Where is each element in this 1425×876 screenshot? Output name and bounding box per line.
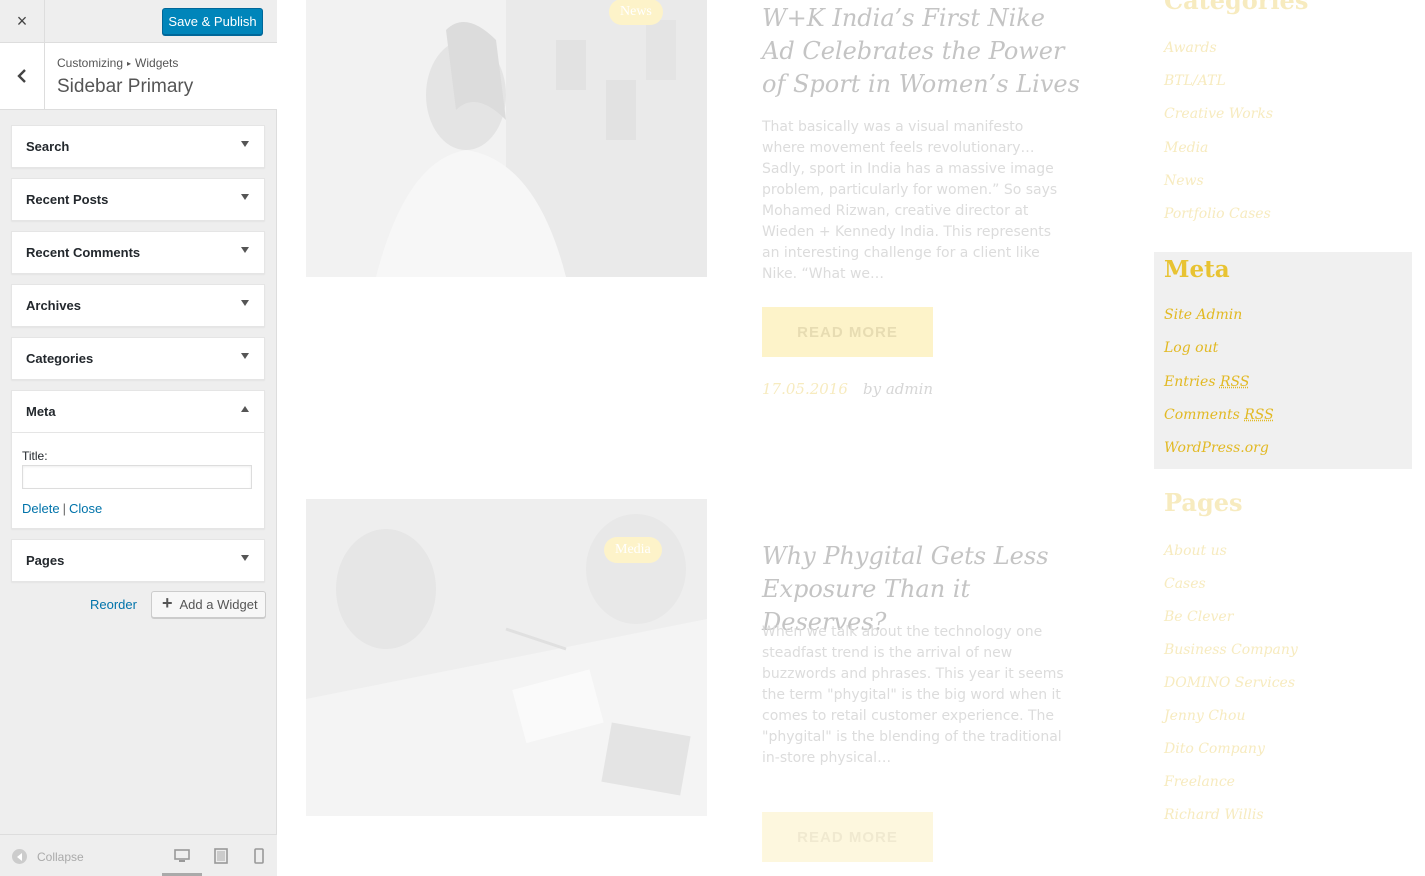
post-title[interactable]: W+K India’s First Nike Ad Celebrates the… bbox=[762, 2, 1082, 101]
category-link[interactable]: News bbox=[1164, 173, 1204, 189]
widget-recent-comments[interactable]: Recent Comments bbox=[11, 231, 265, 274]
section-title: Sidebar Primary bbox=[57, 76, 193, 98]
close-link[interactable]: Close bbox=[69, 501, 102, 516]
widget-search[interactable]: Search bbox=[11, 125, 265, 168]
page-link[interactable]: Cases bbox=[1164, 576, 1206, 592]
widget-title: Categories bbox=[26, 351, 93, 366]
arrow-down-icon[interactable] bbox=[241, 555, 249, 561]
site-admin-link[interactable]: Site Admin bbox=[1164, 307, 1242, 323]
action-separator: | bbox=[63, 501, 66, 516]
mobile-icon[interactable] bbox=[250, 847, 268, 865]
post-excerpt: When we talk about the technology one st… bbox=[762, 622, 1067, 769]
widget-recent-posts-header[interactable]: Recent Posts bbox=[12, 179, 264, 220]
delete-link[interactable]: Delete bbox=[22, 501, 60, 516]
category-link[interactable]: Media bbox=[1164, 140, 1208, 156]
categories-heading: Categories bbox=[1164, 0, 1308, 15]
arrow-down-icon[interactable] bbox=[241, 300, 249, 306]
collapse-icon bbox=[12, 849, 27, 864]
widget-title: Recent Posts bbox=[26, 192, 108, 207]
log-out-link[interactable]: Log out bbox=[1164, 340, 1218, 356]
widget-pages-header[interactable]: Pages bbox=[12, 540, 264, 581]
breadcrumb: Customizing ▸ Widgets bbox=[57, 56, 178, 70]
widget-actions: Delete | Close bbox=[22, 501, 102, 516]
widget-recent-posts[interactable]: Recent Posts bbox=[11, 178, 265, 221]
back-button[interactable] bbox=[0, 43, 45, 109]
post-excerpt: That basically was a visual manifesto wh… bbox=[762, 117, 1067, 285]
add-widget-label: Add a Widget bbox=[180, 597, 258, 612]
widget-title: Search bbox=[26, 139, 69, 154]
widget-recent-comments-header[interactable]: Recent Comments bbox=[12, 232, 264, 273]
arrow-down-icon[interactable] bbox=[241, 141, 249, 147]
widget-title: Recent Comments bbox=[26, 245, 140, 260]
arrow-down-icon[interactable] bbox=[241, 247, 249, 253]
title-field[interactable] bbox=[22, 465, 252, 489]
meta-widget-preview: Meta Site Admin Log out Entries RSS Comm… bbox=[1154, 252, 1412, 469]
close-customizer-button[interactable]: × bbox=[0, 0, 45, 43]
widget-archives[interactable]: Archives bbox=[11, 284, 265, 327]
breadcrumb-widgets: Widgets bbox=[135, 56, 178, 70]
post-date: 17.05.2016 bbox=[762, 380, 848, 398]
category-link[interactable]: BTL/ATL bbox=[1164, 73, 1226, 89]
post-photo-woman bbox=[306, 0, 707, 277]
customizer-header: × Save & Publish bbox=[0, 0, 277, 43]
widget-title: Pages bbox=[26, 553, 64, 568]
read-more-button[interactable]: READ MORE bbox=[762, 307, 933, 357]
tablet-icon[interactable] bbox=[212, 847, 230, 865]
chevron-left-icon bbox=[17, 69, 27, 83]
customizer-panel: × Save & Publish Customizing ▸ Widgets Sid… bbox=[0, 0, 277, 876]
page-link[interactable]: Be Clever bbox=[1164, 609, 1233, 625]
add-widget-button[interactable]: + Add a Widget bbox=[151, 591, 266, 618]
pages-heading: Pages bbox=[1164, 488, 1243, 517]
wordpress-org-link[interactable]: WordPress.org bbox=[1164, 440, 1269, 456]
meta-heading: Meta bbox=[1164, 256, 1230, 283]
page-link[interactable]: Freelance bbox=[1164, 774, 1235, 790]
page-link[interactable]: Business Company bbox=[1164, 642, 1298, 658]
plus-icon: + bbox=[162, 593, 173, 614]
comments-label: Comments bbox=[1164, 407, 1240, 423]
site-sidebar: Categories Awards BTL/ATL Creative Works… bbox=[1154, 0, 1412, 876]
customizer-footer: Collapse bbox=[0, 834, 277, 876]
post-author[interactable]: by admin bbox=[863, 380, 933, 398]
widget-meta[interactable]: Meta Title: Delete | Close bbox=[11, 390, 265, 529]
collapse-button[interactable]: Collapse bbox=[12, 849, 84, 864]
post-category-badge[interactable]: Media bbox=[604, 537, 662, 563]
page-link[interactable]: Richard Willis bbox=[1164, 807, 1264, 823]
breadcrumb-customizing: Customizing bbox=[57, 56, 123, 70]
page-link[interactable]: DOMINO Services bbox=[1164, 675, 1295, 691]
rss-abbr: RSS bbox=[1220, 374, 1249, 390]
post-image[interactable] bbox=[306, 0, 707, 277]
page-link[interactable]: About us bbox=[1164, 543, 1227, 559]
widget-pages[interactable]: Pages bbox=[11, 539, 265, 582]
category-link[interactable]: Creative Works bbox=[1164, 106, 1273, 122]
arrow-up-icon[interactable] bbox=[241, 406, 249, 412]
reorder-link[interactable]: Reorder bbox=[90, 597, 137, 612]
breadcrumb-separator: ▸ bbox=[127, 59, 131, 68]
comments-rss-link[interactable]: Comments RSS bbox=[1164, 407, 1274, 423]
read-more-button[interactable]: READ MORE bbox=[762, 812, 933, 862]
desktop-icon[interactable] bbox=[173, 847, 191, 865]
post-category-badge[interactable]: News bbox=[609, 0, 663, 25]
widget-meta-form: Title: Delete | Close bbox=[12, 432, 264, 528]
page-link[interactable]: Jenny Chou bbox=[1164, 708, 1245, 724]
page-link[interactable]: Dito Company bbox=[1164, 741, 1265, 757]
entries-label: Entries bbox=[1164, 374, 1216, 390]
entries-rss-link[interactable]: Entries RSS bbox=[1164, 374, 1249, 390]
widget-categories-header[interactable]: Categories bbox=[12, 338, 264, 379]
widget-categories[interactable]: Categories bbox=[11, 337, 265, 380]
title-field-label: Title: bbox=[22, 449, 254, 463]
widget-title: Meta bbox=[26, 404, 56, 419]
arrow-down-icon[interactable] bbox=[241, 194, 249, 200]
site-preview: News W+K India’s First Nike Ad Celebrate… bbox=[278, 0, 1425, 876]
widget-meta-header[interactable]: Meta bbox=[12, 391, 264, 432]
category-link[interactable]: Awards bbox=[1164, 40, 1217, 56]
rss-abbr: RSS bbox=[1244, 407, 1273, 423]
collapse-label: Collapse bbox=[37, 850, 84, 864]
category-link[interactable]: Portfolio Cases bbox=[1164, 206, 1271, 222]
section-header: Customizing ▸ Widgets Sidebar Primary bbox=[0, 43, 277, 110]
widget-title: Archives bbox=[26, 298, 81, 313]
widget-search-header[interactable]: Search bbox=[12, 126, 264, 167]
widget-archives-header[interactable]: Archives bbox=[12, 285, 264, 326]
save-publish-button[interactable]: Save & Publish bbox=[162, 8, 263, 35]
arrow-down-icon[interactable] bbox=[241, 353, 249, 359]
